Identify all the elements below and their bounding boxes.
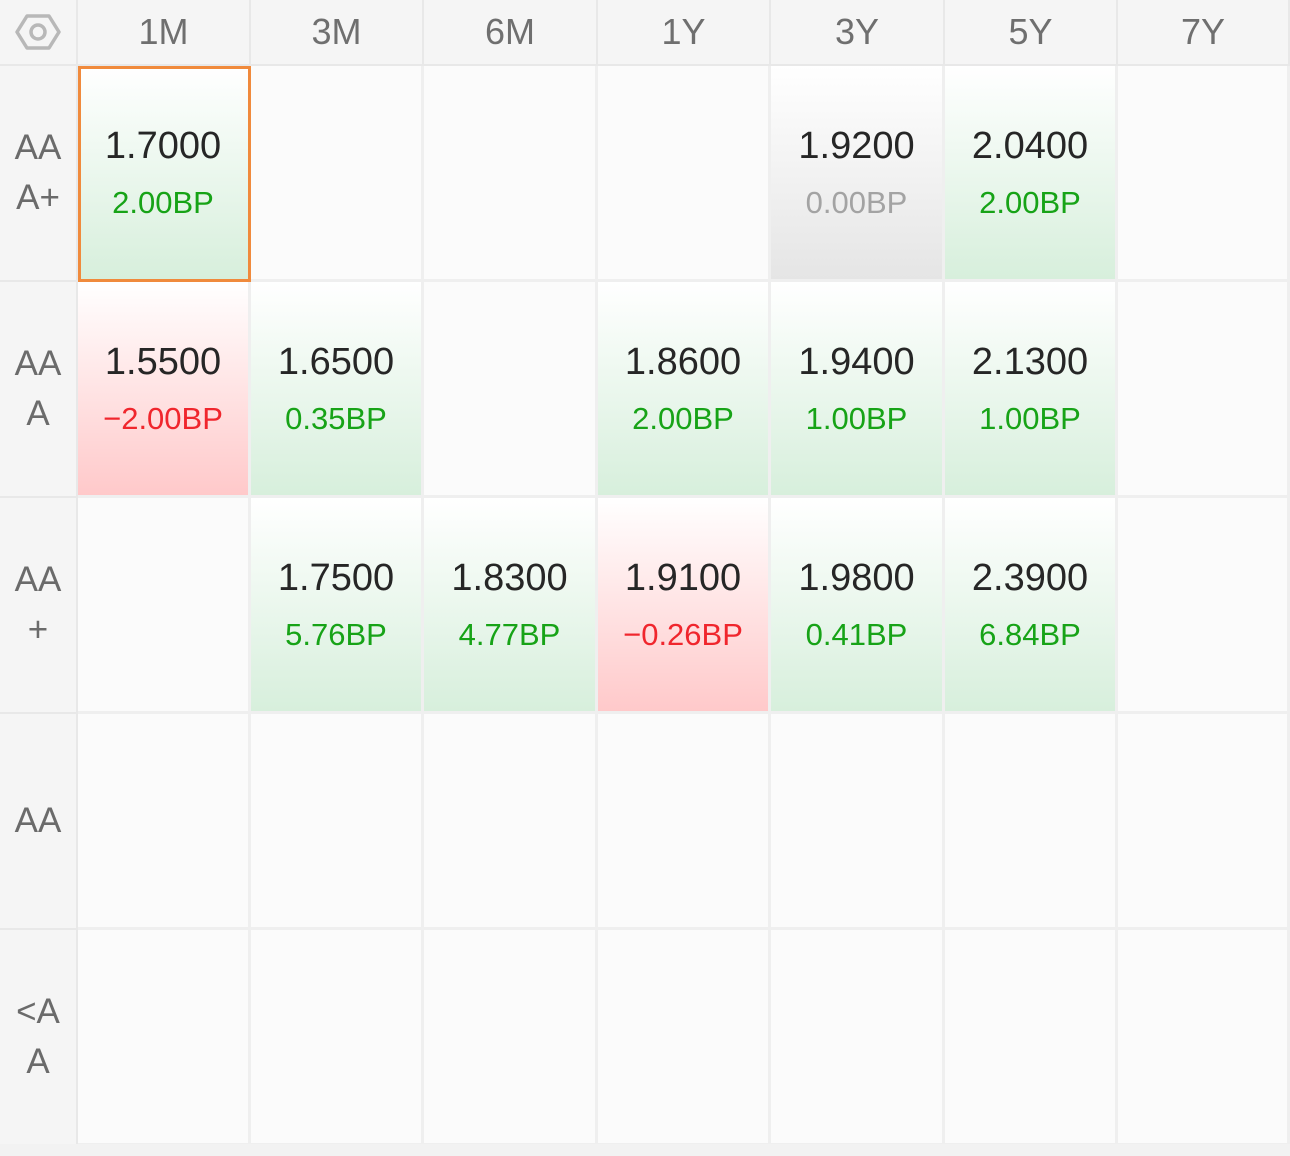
row-label: AAA [0,282,78,498]
yield-cell[interactable]: 1.7000 2.00BP [78,66,251,282]
bottom-strip [0,1144,1290,1156]
empty-cell[interactable] [78,498,251,714]
row-label-text: AAA [14,344,62,433]
row-label: <AA [0,930,78,1146]
yield-value: 1.8300 [451,556,568,599]
column-header-7y: 7Y [1118,0,1290,66]
yield-cell[interactable]: 1.8600 2.00BP [598,282,771,498]
yield-value: 2.1300 [971,340,1089,383]
yield-value: 2.0400 [971,124,1089,167]
empty-cell[interactable] [1118,930,1290,1146]
bp-change: 2.00BP [632,400,734,436]
yield-cell[interactable]: 2.0400 2.00BP [945,66,1118,282]
bp-change: 0.35BP [285,400,387,436]
yield-value: 1.7500 [277,556,395,599]
empty-cell[interactable] [945,714,1118,930]
row-label: AA [0,714,78,930]
bp-change: 0.00BP [805,184,908,220]
empty-cell[interactable] [1118,66,1290,282]
yield-cell[interactable]: 1.6500 0.35BP [251,282,424,498]
yield-cell[interactable]: 1.9400 1.00BP [771,282,945,498]
yield-cell[interactable]: 2.3900 6.84BP [945,498,1118,714]
column-header-1y: 1Y [598,0,771,66]
bp-change: 1.00BP [805,400,908,436]
yield-value: 1.9100 [624,556,742,599]
yield-cell[interactable]: 1.9800 0.41BP [771,498,945,714]
column-header-3y: 3Y [771,0,945,66]
bp-change: −0.26BP [623,616,743,652]
empty-cell[interactable] [78,930,251,1146]
empty-cell[interactable] [1118,282,1290,498]
empty-cell[interactable] [251,714,424,930]
empty-cell[interactable] [1118,714,1290,930]
bp-change: −2.00BP [103,400,223,436]
yield-value: 1.9400 [798,340,915,383]
empty-cell[interactable] [78,714,251,930]
empty-cell[interactable] [598,66,771,282]
empty-cell[interactable] [598,930,771,1146]
yield-value: 1.9800 [798,556,915,599]
empty-cell[interactable] [771,930,945,1146]
row-label-text: AA+ [14,560,62,649]
column-header-5y: 5Y [945,0,1118,66]
yield-cell[interactable]: 1.9200 0.00BP [771,66,945,282]
yield-value: 1.5500 [104,340,222,383]
empty-cell[interactable] [945,930,1118,1146]
row-label-text: AAA+ [14,128,62,217]
bp-change: 2.00BP [112,184,214,220]
yield-cell[interactable]: 1.8300 4.77BP [424,498,598,714]
empty-cell[interactable] [251,66,424,282]
empty-cell[interactable] [251,930,424,1146]
yield-value: 1.8600 [624,340,742,383]
empty-cell[interactable] [424,930,598,1146]
yield-value: 1.6500 [277,340,395,383]
row-label: AA+ [0,498,78,714]
bp-change: 5.76BP [285,616,387,652]
bp-change: 2.00BP [979,184,1081,220]
column-header-6m: 6M [424,0,598,66]
yield-cell[interactable]: 2.1300 1.00BP [945,282,1118,498]
bp-change: 1.00BP [979,400,1081,436]
row-label-text: AA [14,801,62,840]
yield-cell[interactable]: 1.7500 5.76BP [251,498,424,714]
row-label-text: <AA [16,992,60,1081]
yield-value: 1.7000 [104,124,222,167]
empty-cell[interactable] [598,714,771,930]
empty-cell[interactable] [424,282,598,498]
settings-hex-icon [15,14,61,50]
empty-cell[interactable] [771,714,945,930]
empty-cell[interactable] [424,66,598,282]
yield-value: 2.3900 [971,556,1089,599]
yield-cell[interactable]: 1.5500 −2.00BP [78,282,251,498]
bp-change: 6.84BP [979,616,1081,652]
column-header-3m: 3M [251,0,424,66]
yield-matrix: 1M 3M 6M 1Y 3Y 5Y 7Y AAA+ 1.7000 2.00BP 1.9200 0.00… [0,0,1290,1156]
empty-cell[interactable] [424,714,598,930]
bp-change: 0.41BP [805,616,908,652]
column-header-1m: 1M [78,0,251,66]
row-label: AAA+ [0,66,78,282]
yield-value: 1.9200 [798,124,915,167]
yield-cell[interactable]: 1.9100 −0.26BP [598,498,771,714]
bp-change: 4.77BP [458,616,561,652]
empty-cell[interactable] [1118,498,1290,714]
settings-button[interactable] [0,0,78,66]
